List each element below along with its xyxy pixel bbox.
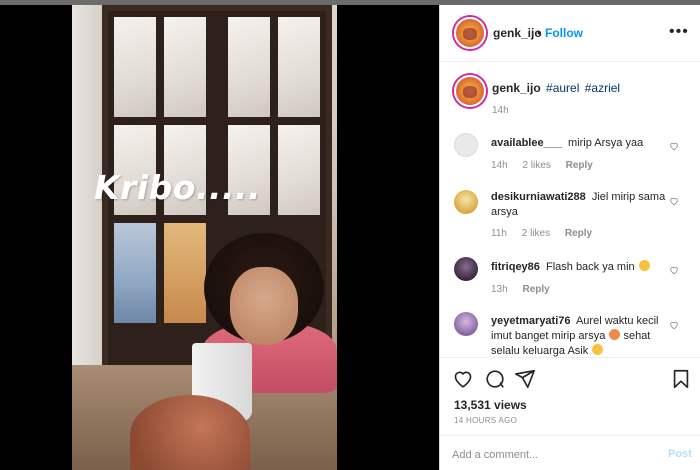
commenter-avatar[interactable] bbox=[454, 257, 478, 281]
commenter-avatar[interactable] bbox=[454, 190, 478, 214]
reply-button[interactable]: Reply bbox=[566, 160, 593, 171]
caption-avatar[interactable] bbox=[454, 75, 486, 107]
hashtag-link[interactable]: #azriel bbox=[585, 81, 620, 95]
comment-text: desikurniawati288 Jiel mirip sama arsya bbox=[491, 190, 666, 220]
comment-likes[interactable]: 2 likes bbox=[522, 228, 550, 239]
comment-text: availablee___ mirip Arsya yaa bbox=[491, 136, 666, 151]
comment-body: mirip Arsya yaa bbox=[568, 137, 644, 149]
commenter-username[interactable]: fitriqey86 bbox=[491, 261, 540, 273]
comment-text: fitriqey86 Flash back ya min bbox=[491, 260, 666, 275]
like-heart-icon[interactable] bbox=[669, 320, 679, 330]
emoji-hug-icon bbox=[592, 344, 604, 355]
video-arm bbox=[130, 395, 250, 470]
comment-body: Flash back ya min bbox=[545, 261, 635, 273]
like-heart-icon[interactable] bbox=[452, 368, 474, 390]
caption-username[interactable]: genk_ijo bbox=[492, 81, 541, 95]
post-caption: genk_ijo #aurel #azriel 14h bbox=[440, 63, 700, 123]
comment-time: 14h bbox=[491, 160, 508, 171]
comment-bubble-icon[interactable] bbox=[484, 368, 506, 390]
commenter-username[interactable]: yeyetmaryati76 bbox=[491, 315, 571, 327]
like-heart-icon[interactable] bbox=[669, 196, 679, 206]
media-area: Kribo..... bbox=[0, 5, 439, 470]
like-heart-icon[interactable] bbox=[669, 141, 679, 151]
add-comment-bar: Post bbox=[440, 435, 700, 470]
post-header: genk_ijo • Follow ••• bbox=[440, 5, 700, 62]
emoji-heart-eyes-icon bbox=[609, 329, 621, 340]
commenter-avatar[interactable] bbox=[454, 312, 478, 336]
video-subject-face bbox=[230, 267, 298, 345]
reply-button[interactable]: Reply bbox=[565, 228, 592, 239]
comment-text: yeyetmaryati76 Aurel waktu kecil imut ba… bbox=[491, 314, 666, 359]
post-video[interactable]: Kribo..... bbox=[72, 5, 337, 470]
commenter-username[interactable]: desikurniawati288 bbox=[491, 191, 586, 203]
bookmark-icon[interactable] bbox=[670, 368, 692, 390]
caption-line: genk_ijo #aurel #azriel bbox=[492, 81, 620, 95]
follow-button[interactable]: Follow bbox=[545, 26, 583, 40]
hashtag-link[interactable]: #aurel bbox=[546, 81, 579, 95]
commenter-username[interactable]: availablee___ bbox=[491, 137, 562, 149]
comment-meta: 14h 2 likes Reply bbox=[491, 160, 605, 171]
view-count[interactable]: 13,531 views bbox=[454, 398, 527, 412]
video-overlay-text: Kribo..... bbox=[94, 168, 262, 207]
comment-time: 13h bbox=[491, 284, 508, 295]
caption-time: 14h bbox=[492, 105, 509, 116]
comment-meta: 13h Reply bbox=[491, 284, 562, 295]
comment-meta: 11h 2 likes Reply bbox=[491, 228, 604, 239]
more-horizontal-icon[interactable]: ••• bbox=[669, 23, 689, 41]
share-send-icon[interactable] bbox=[514, 368, 536, 390]
comment-input[interactable] bbox=[452, 447, 652, 463]
post-comment-button[interactable]: Post bbox=[668, 448, 692, 460]
emoji-grin-icon bbox=[638, 260, 650, 271]
reply-button[interactable]: Reply bbox=[522, 284, 549, 295]
owner-username[interactable]: genk_ijo bbox=[493, 26, 542, 40]
like-heart-icon[interactable] bbox=[669, 265, 679, 275]
separator-dot: • bbox=[537, 26, 542, 40]
comment-time: 11h bbox=[491, 228, 507, 239]
post-actions: 13,531 views 14 HOURS AGO Post bbox=[440, 357, 700, 470]
post-side-panel: genk_ijo • Follow ••• genk_ijo #aurel #a… bbox=[439, 5, 700, 470]
comment-likes[interactable]: 2 likes bbox=[522, 160, 550, 171]
commenter-avatar[interactable] bbox=[454, 133, 478, 157]
post-timestamp: 14 HOURS AGO bbox=[454, 416, 518, 425]
owner-avatar[interactable] bbox=[454, 17, 486, 49]
